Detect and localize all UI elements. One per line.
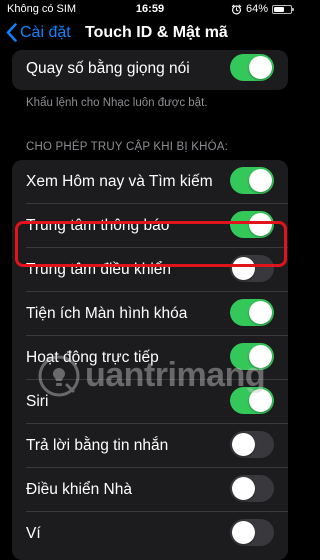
row-lock-screen-widgets: Tiện ích Màn hình khóa — [12, 292, 288, 336]
page-title: Touch ID & Mật mã — [85, 24, 228, 41]
row-label: Điều khiển Nhà — [26, 481, 132, 498]
row-reply-with-message: Trả lời bằng tin nhắn — [12, 424, 288, 468]
back-label: Cài đặt — [20, 23, 71, 41]
bulb-icon — [38, 355, 80, 397]
home-control-toggle[interactable] — [230, 475, 274, 502]
toggle-knob — [249, 301, 272, 324]
navigation-bar: Cài đặt Touch ID & Mật mã — [0, 18, 300, 48]
voice-dial-note: Khẩu lệnh cho Nhạc luôn được bật. — [26, 97, 208, 109]
locked-access-header: CHO PHÉP TRUY CẬP KHI BỊ KHÓA: — [26, 141, 228, 153]
row-label: Tiện ích Màn hình khóa — [26, 305, 188, 322]
toggle-knob — [232, 477, 255, 500]
chevron-left-icon — [6, 23, 17, 42]
voice-dial-group: Quay số bằng giọng nói — [12, 50, 288, 90]
battery-icon — [272, 4, 294, 14]
row-label: Ví — [26, 525, 41, 542]
toggle-knob — [232, 433, 255, 456]
row-wallet: Ví — [12, 512, 288, 556]
voice-dial-row: Quay số bằng giọng nói — [12, 50, 288, 90]
toggle-knob — [249, 169, 272, 192]
toggle-knob — [249, 56, 272, 79]
toggle-knob — [232, 521, 255, 544]
today-search-toggle[interactable] — [230, 167, 274, 194]
battery-percent: 64% — [245, 3, 268, 15]
watermark-text: uantrimang — [85, 356, 266, 394]
watermark: uantrimang — [37, 354, 267, 398]
voice-dial-toggle[interactable] — [230, 54, 274, 81]
row-home-control: Điều khiển Nhà — [12, 468, 288, 512]
row-today-search: Xem Hôm nay và Tìm kiếm — [12, 160, 288, 204]
wallet-toggle[interactable] — [230, 519, 274, 546]
status-right: 64% — [231, 3, 294, 15]
back-button[interactable]: Cài đặt — [6, 23, 71, 42]
row-label: Trả lời bằng tin nhắn — [26, 437, 169, 454]
highlight-box — [15, 221, 287, 267]
alarm-icon — [231, 4, 242, 14]
status-bar: Không có SIM 16:59 64% — [0, 0, 300, 18]
lock-screen-widgets-toggle[interactable] — [230, 299, 274, 326]
reply-with-message-toggle[interactable] — [230, 431, 274, 458]
battery-fill — [274, 6, 285, 12]
row-label: Xem Hôm nay và Tìm kiếm — [26, 173, 213, 190]
voice-dial-label: Quay số bằng giọng nói — [26, 60, 190, 77]
